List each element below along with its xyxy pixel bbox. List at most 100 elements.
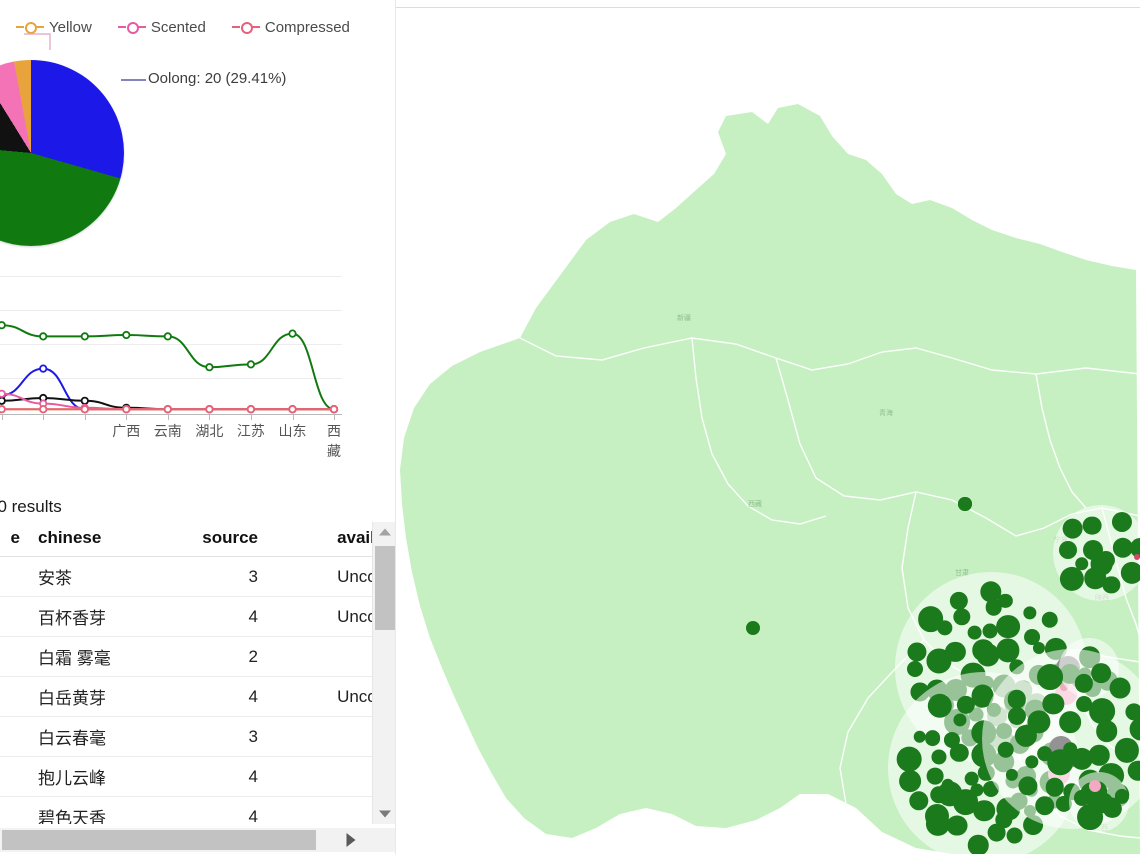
map-marker-dot[interactable] — [1091, 663, 1111, 684]
cell-availability: Uncommon — [266, 556, 378, 597]
map-marker-dot[interactable] — [913, 730, 926, 743]
legend-label: Scented — [150, 18, 206, 36]
cell-source: 4 — [154, 756, 266, 797]
map-marker-dot[interactable] — [1007, 689, 1026, 709]
table-row[interactable]: 白霜 雾毫 2 — [0, 636, 378, 677]
map-marker-dot[interactable] — [958, 497, 972, 511]
cell-chinese: 白云春毫 — [28, 716, 154, 757]
legend-marker-icon — [117, 20, 146, 34]
pie-chart[interactable]: Oolong: 20 (29.41%) 0%) — [0, 33, 286, 246]
map-marker-dot[interactable] — [1127, 760, 1140, 782]
table-row[interactable]: 白云春毫3Rare — [0, 716, 378, 757]
map-marker-dot[interactable] — [1125, 703, 1140, 721]
map-marker-dot[interactable] — [1082, 516, 1102, 535]
map-marker-dot-pink[interactable] — [1089, 780, 1101, 792]
map-marker-dot[interactable] — [1045, 777, 1065, 797]
map-marker-dot[interactable] — [1120, 561, 1140, 584]
column-header-availability[interactable]: availability — [266, 522, 378, 557]
table-horizontal-scrollbar[interactable] — [0, 828, 396, 852]
cell-chinese: 白岳黄芽 — [28, 676, 154, 717]
table-row[interactable]: 安茶3Uncommon — [0, 556, 378, 597]
table-row[interactable]: 白岳黄芽4Uncommon — [0, 676, 378, 717]
map-marker-dot[interactable] — [917, 606, 944, 632]
table-header-row: e chinese source availability — [0, 522, 378, 557]
map-marker-dot[interactable] — [1059, 540, 1078, 559]
cell-availability: Rare — [266, 796, 378, 824]
table-row[interactable]: 百杯香芽4Uncommon — [0, 596, 378, 637]
horizontal-scrollbar-thumb[interactable] — [2, 830, 316, 850]
map-marker-dot[interactable] — [982, 623, 998, 639]
table-row[interactable]: 抱儿云峰4Rare — [0, 756, 378, 797]
cell-source: 4 — [154, 676, 266, 717]
map-marker-dot[interactable] — [1109, 677, 1131, 699]
axis-tick — [84, 414, 86, 420]
results-table-wrapper[interactable]: e chinese source availability 安茶3Uncommo… — [0, 522, 378, 824]
map-marker-dot[interactable] — [1062, 518, 1083, 539]
x-axis-label: 云南 — [153, 424, 182, 440]
map-marker-dot[interactable] — [967, 834, 989, 854]
scroll-up-button[interactable] — [373, 522, 397, 542]
scroll-down-button[interactable] — [373, 804, 397, 824]
map-marker-dot[interactable] — [1088, 744, 1110, 766]
x-axis-label: 湖北 — [195, 424, 224, 440]
axis-tick — [126, 414, 128, 420]
column-header-chinese[interactable]: chinese — [28, 522, 154, 557]
map-marker-dot[interactable] — [1035, 796, 1055, 816]
table-row[interactable]: 碧色天香4Rare — [0, 796, 378, 824]
axis-tick — [334, 414, 335, 420]
app-root: ck Yellow Scented Compressed — [0, 0, 1140, 854]
pie-chart-legend: ck Yellow Scented Compressed — [0, 14, 402, 40]
vertical-scrollbar-thumb[interactable] — [375, 546, 395, 630]
map-marker-dot[interactable] — [924, 730, 941, 747]
province-label-青海: 青海 — [879, 409, 893, 417]
map-marker-dot[interactable] — [1074, 557, 1089, 571]
map-marker-dot[interactable] — [1089, 697, 1116, 724]
line-chart[interactable] — [0, 262, 342, 427]
cell-chinese: 白霜 雾毫 — [28, 636, 154, 677]
cell-chinese: 百杯香芽 — [28, 596, 154, 637]
chevron-right-icon — [346, 833, 356, 847]
map-marker-dot[interactable] — [746, 621, 760, 635]
map-marker-dot[interactable] — [899, 770, 921, 792]
x-axis-label: 山东 — [278, 424, 307, 440]
map-marker-dot[interactable] — [996, 614, 1020, 639]
china-map[interactable]: 新疆青海西藏甘肃宁夏陕西重庆四川云南广西 — [396, 8, 1140, 854]
map-marker-dot[interactable] — [972, 639, 995, 661]
map-marker-dot[interactable] — [997, 741, 1014, 759]
map-marker-dot[interactable] — [1006, 827, 1024, 845]
axis-tick — [167, 414, 169, 420]
map-marker-dot[interactable] — [907, 661, 924, 678]
map-marker-dot[interactable] — [896, 746, 922, 772]
cell-source: 4 — [154, 596, 266, 637]
map-marker-dot[interactable] — [1036, 664, 1063, 691]
map-marker-dot[interactable] — [1076, 696, 1093, 712]
column-header-source[interactable]: source — [154, 522, 266, 557]
map-marker-dot[interactable] — [973, 799, 995, 822]
map-marker-dot[interactable] — [1041, 611, 1058, 629]
cell-availability: Rare — [266, 756, 378, 797]
cell-availability — [266, 636, 378, 677]
legend-item-scented[interactable]: Scented — [117, 18, 206, 36]
x-axis-label: 江苏 — [236, 424, 265, 440]
line-chart-series — [0, 321, 339, 414]
map-marker-dot-rose[interactable] — [1134, 554, 1140, 560]
axis-tick — [1, 414, 3, 420]
table-vertical-scrollbar[interactable] — [372, 522, 397, 824]
map-marker-dot[interactable] — [1047, 749, 1073, 776]
map-marker-dot[interactable] — [1095, 720, 1118, 743]
dashboard-left-panel: ck Yellow Scented Compressed — [0, 0, 397, 854]
scroll-right-button[interactable] — [328, 828, 374, 852]
map-marker-dot[interactable] — [946, 815, 968, 837]
cell-name — [0, 676, 28, 717]
cell-chinese: 安茶 — [28, 556, 154, 597]
legend-item-compressed[interactable]: Compressed — [231, 19, 350, 36]
cell-source: 3 — [154, 716, 266, 757]
column-header-name[interactable]: e — [0, 522, 28, 557]
map-marker-dot[interactable] — [1059, 711, 1081, 734]
map-marker-dot[interactable] — [967, 625, 982, 640]
results-table: e chinese source availability 安茶3Uncommo… — [0, 522, 378, 824]
legend-item-yellow[interactable]: Yellow — [16, 19, 92, 36]
axis-tick — [250, 414, 252, 420]
map-marker-dot[interactable] — [926, 767, 944, 785]
map-marker-dot[interactable] — [1090, 552, 1114, 576]
